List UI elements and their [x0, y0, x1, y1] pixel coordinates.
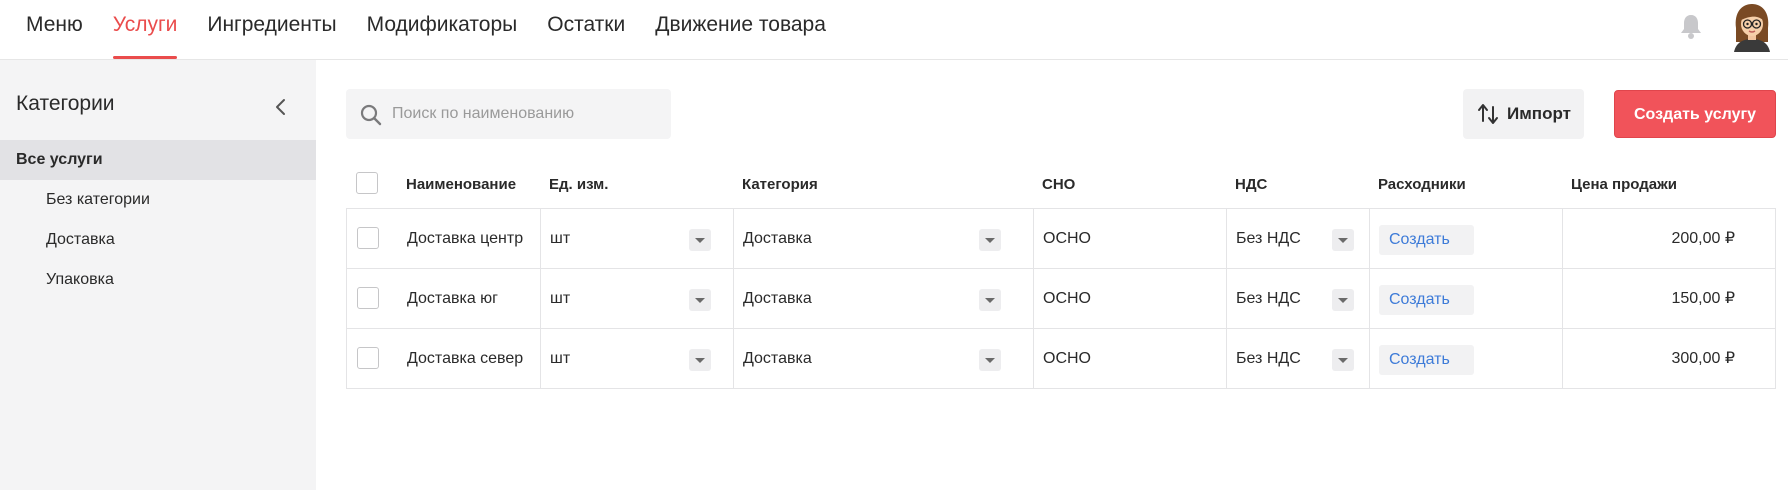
- tab-goods-movement[interactable]: Движение товара: [655, 0, 826, 60]
- sidebar-title: Категории: [16, 92, 115, 115]
- create-service-button[interactable]: Создать услугу: [1614, 90, 1776, 138]
- table-row[interactable]: Доставка центр шт Доставка ОСНО Без НДС …: [347, 209, 1775, 269]
- row-name: Доставка центр: [407, 230, 524, 247]
- chevron-left-icon[interactable]: [270, 94, 292, 120]
- select-all-checkbox[interactable]: [356, 172, 378, 194]
- tab-services[interactable]: Услуги: [112, 0, 177, 60]
- tab-modifiers[interactable]: Модификаторы: [367, 0, 518, 60]
- category-dropdown-caret-icon[interactable]: [979, 229, 1001, 251]
- vat-dropdown-caret-icon[interactable]: [1332, 349, 1354, 371]
- column-category[interactable]: Категория: [742, 176, 818, 193]
- row-category: Доставка: [743, 230, 812, 247]
- sidebar-item-delivery[interactable]: Доставка: [0, 220, 316, 260]
- unit-dropdown-caret-icon[interactable]: [689, 289, 711, 311]
- row-price: 200,00 ₽: [1671, 230, 1735, 247]
- row-vat: Без НДС: [1236, 350, 1301, 367]
- row-name: Доставка юг: [407, 290, 498, 307]
- import-button[interactable]: Импорт: [1463, 89, 1584, 139]
- tab-menu[interactable]: Меню: [26, 0, 83, 60]
- vat-dropdown-caret-icon[interactable]: [1332, 229, 1354, 251]
- create-consumables-button[interactable]: Создать: [1379, 225, 1474, 255]
- category-dropdown-caret-icon[interactable]: [979, 349, 1001, 371]
- tab-ingredients[interactable]: Ингредиенты: [207, 0, 336, 60]
- row-category: Доставка: [743, 350, 812, 367]
- row-tax-system: ОСНО: [1043, 230, 1091, 247]
- column-vat[interactable]: НДС: [1235, 176, 1267, 193]
- table-header: Наименование Ед. изм. Категория СНО НДС …: [346, 163, 1776, 209]
- row-unit: шт: [550, 350, 571, 367]
- tab-stock[interactable]: Остатки: [547, 0, 625, 60]
- sidebar-item-packaging[interactable]: Упаковка: [0, 260, 316, 300]
- sidebar-item-all-services[interactable]: Все услуги: [0, 140, 316, 180]
- row-tax-system: ОСНО: [1043, 290, 1091, 307]
- column-sale-price[interactable]: Цена продажи: [1571, 176, 1677, 193]
- category-dropdown-caret-icon[interactable]: [979, 289, 1001, 311]
- row-unit: шт: [550, 230, 571, 247]
- unit-dropdown-caret-icon[interactable]: [689, 349, 711, 371]
- row-name: Доставка север: [407, 350, 524, 367]
- search-input[interactable]: [392, 89, 662, 139]
- bell-icon[interactable]: [1678, 12, 1704, 40]
- services-table: Доставка центр шт Доставка ОСНО Без НДС …: [346, 208, 1776, 389]
- vat-dropdown-caret-icon[interactable]: [1332, 289, 1354, 311]
- row-category: Доставка: [743, 290, 812, 307]
- row-tax-system: ОСНО: [1043, 350, 1091, 367]
- sidebar-item-no-category[interactable]: Без категории: [0, 180, 316, 220]
- row-vat: Без НДС: [1236, 290, 1301, 307]
- column-unit[interactable]: Ед. изм.: [549, 176, 608, 193]
- top-navigation: Меню Услуги Ингредиенты Модификаторы Ост…: [0, 0, 1788, 60]
- table-row[interactable]: Доставка юг шт Доставка ОСНО Без НДС Соз…: [347, 269, 1775, 329]
- column-tax-system[interactable]: СНО: [1042, 176, 1075, 193]
- search-icon: [360, 104, 382, 126]
- row-checkbox[interactable]: [357, 227, 379, 249]
- row-price: 150,00 ₽: [1671, 290, 1735, 307]
- sort-arrows-icon: [1478, 104, 1498, 124]
- user-avatar[interactable]: [1730, 2, 1774, 52]
- create-consumables-button[interactable]: Создать: [1379, 345, 1474, 375]
- create-consumables-button[interactable]: Создать: [1379, 285, 1474, 315]
- column-name[interactable]: Наименование: [406, 176, 516, 193]
- row-vat: Без НДС: [1236, 230, 1301, 247]
- search-box: [346, 89, 671, 139]
- row-checkbox[interactable]: [357, 347, 379, 369]
- nav-tabs: Меню Услуги Ингредиенты Модификаторы Ост…: [26, 0, 856, 60]
- table-row[interactable]: Доставка север шт Доставка ОСНО Без НДС …: [347, 329, 1775, 388]
- row-checkbox[interactable]: [357, 287, 379, 309]
- row-unit: шт: [550, 290, 571, 307]
- row-price: 300,00 ₽: [1671, 350, 1735, 367]
- import-label: Импорт: [1507, 104, 1571, 123]
- unit-dropdown-caret-icon[interactable]: [689, 229, 711, 251]
- column-consumables[interactable]: Расходники: [1378, 176, 1466, 193]
